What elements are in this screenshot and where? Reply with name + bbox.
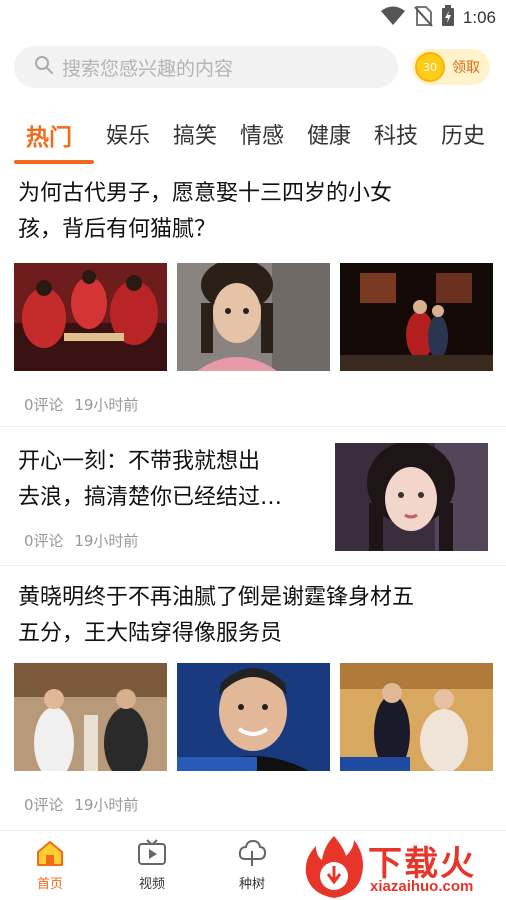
article-thumbnail[interactable] xyxy=(177,663,330,771)
article-meta: 0评论 19小时前 xyxy=(24,794,138,815)
article-title[interactable]: 黄晓明终于不再油腻了倒是谢霆锋身材五 五分，王大陆穿得像服务员 xyxy=(18,580,414,652)
nav-tree[interactable]: 种树 xyxy=(222,839,282,892)
nav-video[interactable]: 视频 xyxy=(122,839,182,892)
active-tab-indicator xyxy=(14,160,94,164)
search-input[interactable]: 搜索您感兴趣的内容 xyxy=(14,46,398,88)
status-icons: 1:06 xyxy=(380,5,496,31)
wifi-icon xyxy=(380,6,405,30)
watermark-logo: 下载火 xiazaihuo.com xyxy=(302,834,506,900)
status-bar: 1:06 xyxy=(0,0,506,34)
article-thumbnail[interactable] xyxy=(14,663,167,771)
article-card[interactable]: 为何古代男子，愿意娶十三四岁的小女 孩，背后有何猫腻？ 0评论 19小时前 xyxy=(0,170,506,420)
article-thumbnail[interactable] xyxy=(335,443,488,551)
tab-tech[interactable]: 科技 xyxy=(374,118,418,150)
article-title[interactable]: 开心一刻：不带我就想出 去浪，搞清楚你已经结过… xyxy=(18,444,282,516)
watermark-url: xiazaihuo.com xyxy=(370,878,474,895)
article-thumbnail[interactable] xyxy=(340,663,493,771)
coin-icon: 30 xyxy=(415,52,445,82)
publish-time: 19小时前 xyxy=(74,396,139,414)
article-thumbnail[interactable] xyxy=(14,263,167,371)
article-thumbnail[interactable] xyxy=(177,263,330,371)
publish-time: 19小时前 xyxy=(74,532,139,550)
article-title[interactable]: 为何古代男子，愿意娶十三四岁的小女 孩，背后有何猫腻？ xyxy=(18,176,392,248)
claim-label: 领取 xyxy=(452,60,480,76)
article-meta: 0评论 19小时前 xyxy=(24,394,138,415)
video-icon xyxy=(137,839,167,871)
tab-emotion[interactable]: 情感 xyxy=(240,118,284,150)
tab-hot[interactable]: 热门 xyxy=(26,118,72,152)
article-card[interactable]: 开心一刻：不带我就想出 去浪，搞清楚你已经结过… 0评论 19小时前 xyxy=(0,428,506,564)
claim-coins-button[interactable]: 30 领取 xyxy=(412,49,490,85)
no-sim-icon xyxy=(413,5,433,31)
tab-history[interactable]: 历史 xyxy=(441,118,485,150)
category-tabs: 热门 娱乐 搞笑 情感 健康 科技 历史 xyxy=(0,112,506,166)
tree-icon xyxy=(237,839,267,871)
article-meta: 0评论 19小时前 xyxy=(24,530,138,551)
comment-count: 0评论 xyxy=(24,532,64,550)
comment-count: 0评论 xyxy=(24,796,64,814)
status-time: 1:06 xyxy=(462,8,496,27)
nav-home[interactable]: 首页 xyxy=(20,839,80,892)
article-card[interactable]: 黄晓明终于不再油腻了倒是谢霆锋身材五 五分，王大陆穿得像服务员 0评论 19小时… xyxy=(0,566,506,826)
comment-count: 0评论 xyxy=(24,396,64,414)
tab-funny[interactable]: 搞笑 xyxy=(173,118,217,150)
battery-charging-icon xyxy=(441,5,455,31)
search-placeholder: 搜索您感兴趣的内容 xyxy=(62,57,234,80)
search-icon xyxy=(34,55,54,79)
home-icon xyxy=(35,841,65,871)
tab-entertainment[interactable]: 娱乐 xyxy=(106,118,150,150)
tab-health[interactable]: 健康 xyxy=(307,118,351,150)
article-thumbnail[interactable] xyxy=(340,263,493,371)
publish-time: 19小时前 xyxy=(74,796,139,814)
divider xyxy=(0,426,506,427)
